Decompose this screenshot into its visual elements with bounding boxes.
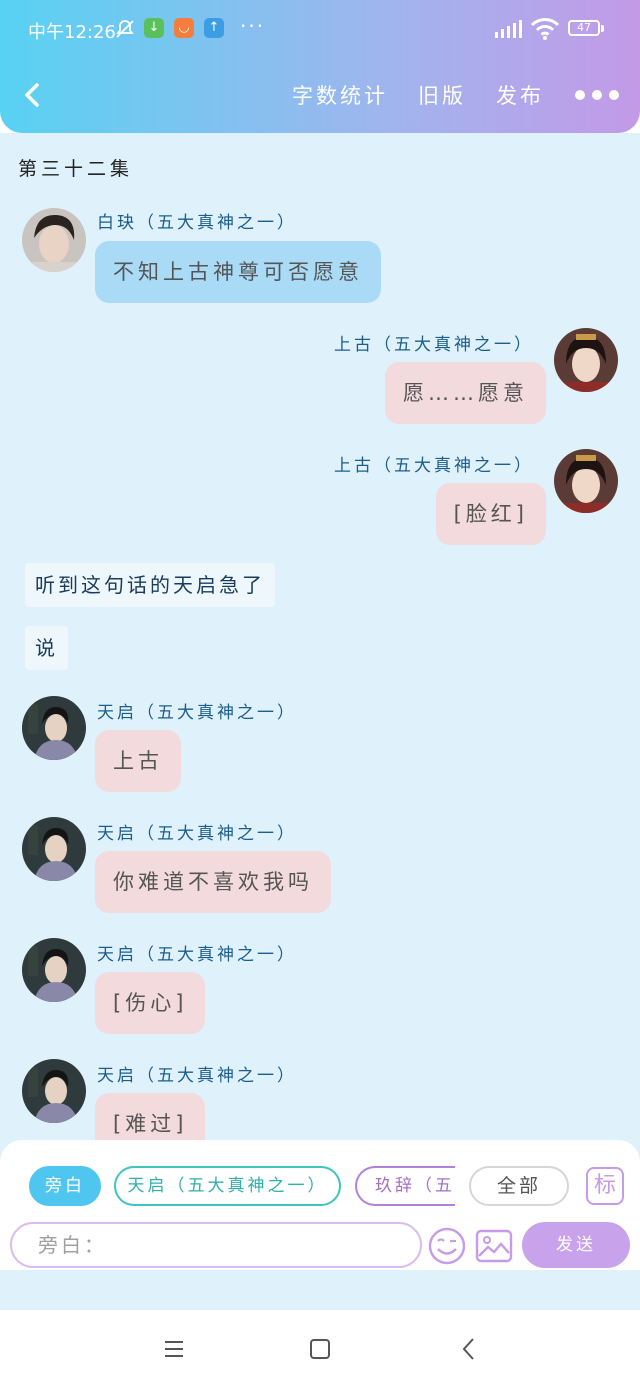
more-options-icon[interactable]	[572, 80, 622, 110]
avatar-shanggu[interactable]	[554, 449, 618, 513]
chat-message: 白玦（五大真神之一） 不知上古神尊可否愿意	[0, 206, 640, 306]
avatar-tianqi[interactable]	[22, 938, 86, 1002]
wifi-icon	[530, 18, 560, 40]
silent-bell-icon	[116, 20, 134, 38]
top-navbar: 字数统计 旧版 发布	[0, 60, 640, 130]
avatar-tianqi[interactable]	[22, 817, 86, 881]
status-more-icon: ···	[240, 14, 266, 38]
episode-title: 第三十二集	[18, 158, 134, 180]
message-bubble[interactable]: [伤心]	[95, 972, 206, 1034]
chat-message: 天启（五大真神之一） 上古	[0, 696, 640, 796]
word-count-button[interactable]: 字数统计	[292, 80, 388, 110]
message-bubble[interactable]: 愿……愿意	[385, 362, 546, 424]
mark-button[interactable]: 标	[586, 1167, 624, 1205]
avatar-shanggu[interactable]	[554, 328, 618, 392]
input-panel: 旁白 天启（五大真神之一） 玖辞（五大真神之一） 全部 标 发送	[0, 1140, 640, 1270]
home-icon[interactable]	[307, 1336, 333, 1362]
shop-app-icon: ◡	[174, 18, 194, 38]
menu-icon[interactable]	[161, 1336, 187, 1362]
app-header: 中午12:26 ↓ ◡ ↑ ··· 47 字数统计 旧版 发布	[0, 0, 640, 133]
message-input[interactable]	[10, 1222, 422, 1268]
upload-app-icon: ↑	[204, 18, 224, 38]
baijue-portrait-icon	[22, 208, 86, 272]
shanggu-portrait-icon	[554, 449, 618, 513]
publish-button[interactable]: 发布	[496, 80, 544, 110]
speaker-name: 天启（五大真神之一）	[97, 945, 297, 965]
system-back-icon[interactable]	[456, 1336, 482, 1362]
emoji-icon[interactable]	[427, 1226, 467, 1266]
image-icon[interactable]	[474, 1226, 514, 1266]
chat-message: 天启（五大真神之一） 你难道不喜欢我吗	[0, 817, 640, 917]
send-button[interactable]: 发送	[522, 1222, 630, 1268]
avatar-baijue[interactable]	[22, 208, 86, 272]
message-bubble[interactable]: 不知上古神尊可否愿意	[95, 241, 381, 303]
tianqi-portrait-icon	[22, 696, 86, 760]
tianqi-portrait-icon	[22, 938, 86, 1002]
system-navigation-bar	[0, 1310, 640, 1387]
status-time: 中午12:26	[28, 22, 116, 43]
message-bubble[interactable]: 你难道不喜欢我吗	[95, 851, 331, 913]
battery-indicator: 47	[568, 20, 604, 36]
role-chip-narration[interactable]: 旁白	[29, 1166, 101, 1206]
old-version-button[interactable]: 旧版	[418, 80, 466, 110]
chat-message: 上古（五大真神之一） 愿……愿意	[0, 328, 640, 428]
message-bubble[interactable]: 上古	[95, 730, 181, 792]
download-app-icon: ↓	[144, 18, 164, 38]
chat-message: 天启（五大真神之一） [伤心]	[0, 938, 640, 1038]
narration-text[interactable]: 说	[25, 626, 68, 670]
status-bar: 中午12:26 ↓ ◡ ↑ ··· 47	[0, 0, 640, 58]
avatar-tianqi[interactable]	[22, 1059, 86, 1123]
signal-icon	[495, 20, 522, 38]
tianqi-portrait-icon	[22, 1059, 86, 1123]
speaker-name: 上古（五大真神之一）	[334, 335, 534, 355]
chat-message: 上古（五大真神之一） [脸红]	[0, 449, 640, 549]
speaker-name: 天启（五大真神之一）	[97, 1066, 297, 1086]
speaker-name: 上古（五大真神之一）	[334, 456, 534, 476]
speaker-name: 天启（五大真神之一）	[97, 703, 297, 723]
tianqi-portrait-icon	[22, 817, 86, 881]
back-icon[interactable]	[18, 80, 48, 110]
role-chip-tianqi[interactable]: 天启（五大真神之一）	[114, 1166, 341, 1206]
role-chip-all[interactable]: 全部	[469, 1166, 569, 1206]
speaker-name: 白玦（五大真神之一）	[97, 213, 297, 233]
role-chip-jiuci[interactable]: 玖辞（五大真神之一）	[355, 1166, 455, 1206]
speaker-name: 天启（五大真神之一）	[97, 824, 297, 844]
avatar-tianqi[interactable]	[22, 696, 86, 760]
shanggu-portrait-icon	[554, 328, 618, 392]
narration-text[interactable]: 听到这句话的天启急了	[25, 563, 275, 607]
message-bubble[interactable]: [脸红]	[435, 483, 546, 545]
